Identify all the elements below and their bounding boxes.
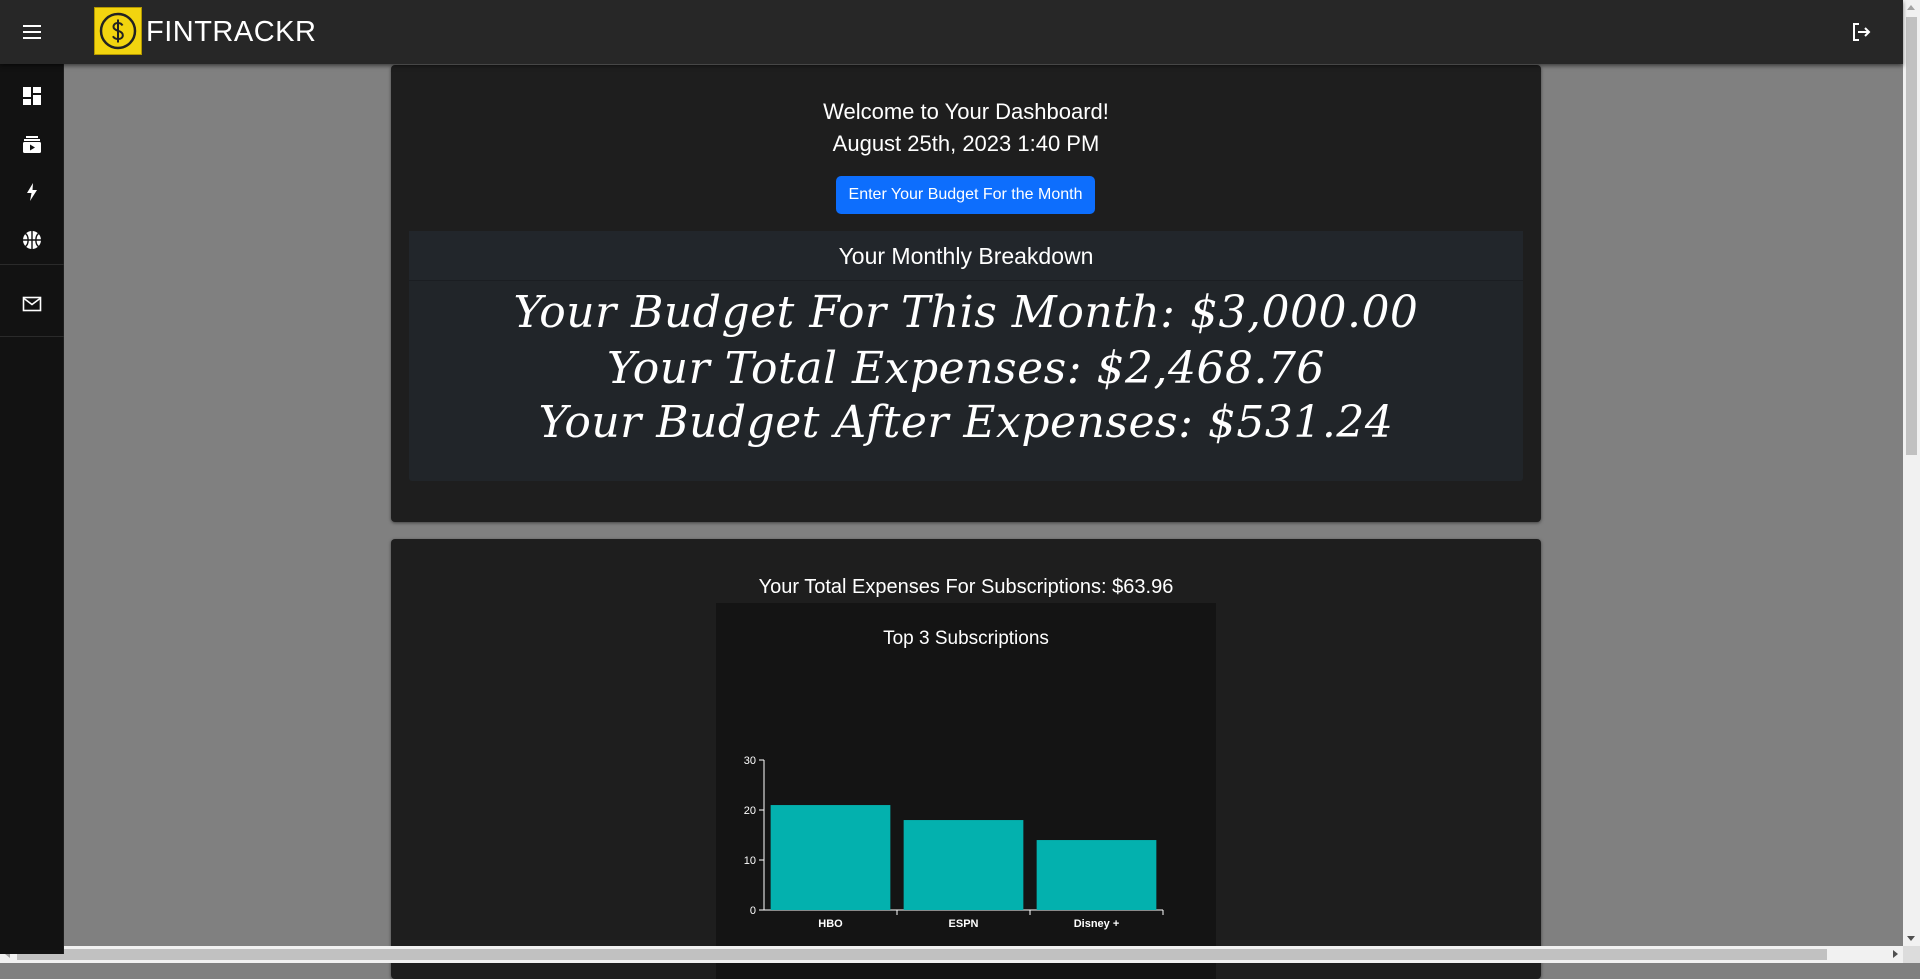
subscriptions-total: Your Total Expenses For Subscriptions: $… bbox=[758, 576, 1174, 598]
sidebar-item-contact[interactable] bbox=[0, 280, 64, 328]
x-tick-label: ESPN bbox=[949, 918, 979, 930]
logout-icon[interactable] bbox=[1849, 20, 1873, 44]
x-tick-label: Disney + bbox=[1074, 918, 1120, 930]
y-tick-label: 10 bbox=[744, 855, 756, 867]
bar-hbo bbox=[770, 805, 891, 910]
y-tick-label: 30 bbox=[744, 755, 756, 767]
sidebar-item-utilities[interactable] bbox=[0, 168, 64, 216]
sports-basketball-icon bbox=[23, 231, 41, 249]
horizontal-scrollbar-thumb[interactable] bbox=[17, 949, 1827, 960]
scroll-right-icon[interactable] bbox=[1893, 950, 1898, 958]
side-navigation bbox=[0, 64, 64, 954]
x-tick-label: HBO bbox=[818, 918, 843, 930]
y-tick-label: 0 bbox=[750, 905, 756, 917]
sidebar-divider bbox=[0, 264, 64, 265]
total-expenses-text: Your Total Expenses: $2,468.76 bbox=[607, 343, 1325, 394]
brand-name: FINTRACKR bbox=[146, 16, 317, 48]
menu-icon[interactable] bbox=[20, 20, 44, 44]
bar-disney bbox=[1036, 840, 1157, 910]
current-datetime: August 25th, 2023 1:40 PM bbox=[832, 131, 1100, 156]
scrollbar-corner bbox=[1903, 946, 1920, 963]
scroll-up-icon[interactable] bbox=[1907, 5, 1915, 10]
bolt-icon bbox=[27, 183, 37, 201]
sidebar-item-dashboard[interactable] bbox=[0, 72, 64, 120]
subscriptions-chart: Top 3 Subscriptions 0 10 20 30 HBO ESPN Disney… bbox=[716, 603, 1216, 979]
dashboard-card: Welcome to Your Dashboard! August 25th, … bbox=[391, 65, 1541, 522]
scroll-down-icon[interactable] bbox=[1907, 936, 1915, 941]
sidebar-item-subscriptions[interactable] bbox=[0, 120, 64, 168]
y-tick-label: 20 bbox=[744, 805, 756, 817]
mail-icon bbox=[22, 296, 42, 312]
dashboard-icon bbox=[23, 87, 41, 105]
budget-after-expenses-text: Your Budget After Expenses: $531.24 bbox=[538, 397, 1394, 448]
monthly-budget-text: Your Budget For This Month: $3,000.00 bbox=[513, 287, 1419, 338]
logo[interactable] bbox=[94, 7, 142, 55]
breakdown-title: Your Monthly Breakdown bbox=[409, 231, 1523, 281]
dollar-coin-icon bbox=[99, 12, 137, 50]
welcome-heading: Welcome to Your Dashboard! bbox=[823, 99, 1109, 124]
vertical-scrollbar-thumb[interactable] bbox=[1906, 17, 1917, 455]
bar-chart: 0 10 20 30 HBO ESPN Disney + bbox=[744, 755, 1164, 930]
app-bar: FINTRACKR bbox=[0, 0, 1903, 64]
subscriptions-card: Your Total Expenses For Subscriptions: $… bbox=[391, 539, 1541, 979]
sidebar-divider bbox=[0, 336, 64, 337]
subscriptions-icon bbox=[23, 136, 41, 153]
sidebar-item-entertainment[interactable] bbox=[0, 216, 64, 264]
bar-espn bbox=[903, 820, 1024, 910]
enter-budget-button[interactable]: Enter Your Budget For the Month bbox=[836, 176, 1095, 214]
monthly-breakdown-panel: Your Monthly Breakdown Your Budget For T… bbox=[409, 231, 1523, 481]
